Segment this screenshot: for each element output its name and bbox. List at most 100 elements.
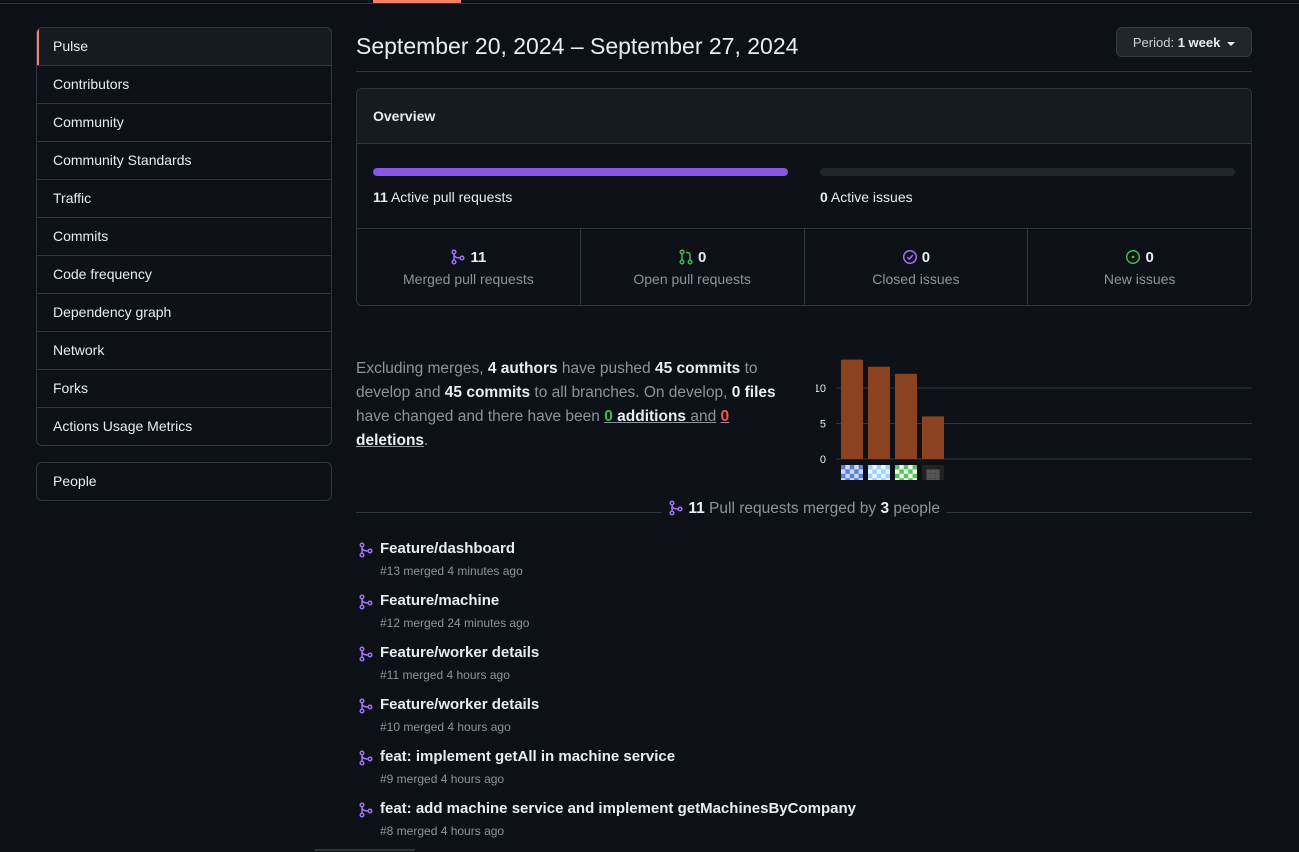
chart-bar <box>922 416 944 459</box>
merged-prs-text: Pull requests merged by <box>709 500 877 517</box>
additions-label: additions <box>617 408 687 425</box>
pr-title-link[interactable]: Feature/worker details <box>380 696 539 713</box>
pr-meta: #9 merged 4 hours ago <box>380 772 505 786</box>
pull-request-icon <box>679 249 693 265</box>
stat-new-issues[interactable]: 0 New issues <box>1027 229 1251 305</box>
merged-prs-people-label: people <box>893 500 940 517</box>
merge-icon <box>669 500 683 516</box>
merge-icon <box>451 249 465 265</box>
merge-icon <box>359 698 373 714</box>
active-prs-progress-fill <box>373 168 788 176</box>
sidebar-item-actions-usage-metrics[interactable]: Actions Usage Metrics <box>37 407 331 445</box>
author-avatar[interactable] <box>922 465 944 480</box>
author-avatar[interactable] <box>841 465 863 480</box>
insights-sidebar: Pulse Contributors Community Community S… <box>36 27 332 501</box>
active-issues-label: Active issues <box>830 189 913 205</box>
sidebar-item-pulse[interactable]: Pulse <box>37 28 331 65</box>
merged-prs-people-count: 3 <box>880 500 890 517</box>
list-item: Feature/machine #12 merged 24 minutes ag… <box>356 592 1252 644</box>
sidebar-item-commits[interactable]: Commits <box>37 217 331 255</box>
pr-title-link[interactable]: Feature/worker details <box>380 644 539 661</box>
overview-title: Overview <box>357 89 1251 144</box>
commits-by-author-chart: 0 5 10 <box>816 359 1252 480</box>
active-prs-progress <box>373 168 788 176</box>
chevron-down-icon <box>1227 41 1235 46</box>
stat-merged-prs[interactable]: 11 Merged pull requests <box>357 229 580 305</box>
chart-bar <box>841 359 863 459</box>
list-item: Feature/dashboard #13 merged 4 minutes a… <box>356 540 1252 592</box>
stat-closed-label: Closed issues <box>872 271 960 287</box>
sidebar-item-contributors[interactable]: Contributors <box>37 65 331 103</box>
pulse-header: September 20, 2024 – September 27, 2024 … <box>356 27 1252 72</box>
sidebar-item-network[interactable]: Network <box>37 331 331 369</box>
pr-meta: #13 merged 4 minutes ago <box>380 564 523 578</box>
stat-open-prs[interactable]: 0 Open pull requests <box>579 229 804 305</box>
stat-merged-label: Merged pull requests <box>403 271 534 287</box>
merge-icon <box>359 802 373 818</box>
author-avatar[interactable] <box>895 465 917 480</box>
active-prs-cell[interactable]: 11 Active pull requests <box>357 144 804 228</box>
y-tick-label: 0 <box>820 454 826 466</box>
summary-text-2: have pushed <box>561 360 651 377</box>
merge-icon <box>359 750 373 766</box>
stat-merged-count: 11 <box>470 249 487 266</box>
overview-stats: 11 Merged pull requests 0 Open pull requ… <box>357 229 1251 305</box>
pr-title-link[interactable]: feat: add machine service and implement … <box>380 800 856 817</box>
pr-title-link[interactable]: Feature/machine <box>380 592 499 609</box>
y-tick-label: 10 <box>816 383 826 395</box>
stat-closed-count: 0 <box>921 249 931 266</box>
period-dropdown-button[interactable]: Period: 1 week <box>1115 27 1252 57</box>
issue-closed-icon <box>902 249 917 265</box>
issue-opened-icon <box>1126 249 1141 265</box>
pr-meta: #10 merged 4 hours ago <box>380 720 511 734</box>
summary-text-1: Excluding merges, <box>356 360 484 377</box>
pr-title-link[interactable]: feat: implement getAll in machine servic… <box>380 748 675 765</box>
merge-icon <box>359 594 373 610</box>
stat-new-label: New issues <box>1103 271 1176 287</box>
stat-open-count: 0 <box>697 249 707 266</box>
stat-closed-issues[interactable]: 0 Closed issues <box>803 229 1028 305</box>
deletions-label: deletions <box>356 432 425 449</box>
author-avatar[interactable] <box>868 465 890 480</box>
y-tick-label: 5 <box>820 419 826 431</box>
active-issues-progress <box>820 168 1235 176</box>
summary-authors: 4 authors <box>487 360 558 377</box>
merge-icon <box>359 542 373 558</box>
overview-box: Overview 11 Active pull requests 0 Activ… <box>356 88 1252 306</box>
deletions-count: 0 <box>720 408 730 425</box>
active-issues-cell[interactable]: 0 Active issues <box>804 144 1251 228</box>
insights-menu: Pulse Contributors Community Community S… <box>36 27 332 446</box>
sidebar-item-forks[interactable]: Forks <box>37 369 331 407</box>
pr-meta: #12 merged 24 minutes ago <box>380 616 530 630</box>
sidebar-item-community[interactable]: Community <box>37 103 331 141</box>
merge-icon <box>359 646 373 662</box>
sidebar-item-traffic[interactable]: Traffic <box>37 179 331 217</box>
active-prs-label: Active pull requests <box>390 189 513 205</box>
pulse-main: September 20, 2024 – September 27, 2024 … <box>356 27 1252 838</box>
chart-bar <box>895 373 917 459</box>
merged-prs-heading: 11 Pull requests merged by 3 people <box>662 500 946 518</box>
pr-title-link[interactable]: Feature/dashboard <box>380 540 515 557</box>
period-prefix: Period: <box>1132 35 1175 50</box>
merged-prs-header: 11 Pull requests merged by 3 people <box>356 500 1252 520</box>
summary-text-4: to all branches. On develop, <box>534 384 728 401</box>
selected-tab-indicator <box>373 0 461 3</box>
additions-link[interactable]: 0 additions and <box>604 408 716 425</box>
additions-count: 0 <box>604 408 613 425</box>
merged-pr-list: Feature/dashboard #13 merged 4 minutes a… <box>356 540 1252 852</box>
summary-files: 0 files <box>731 384 776 401</box>
sidebar-item-code-frequency[interactable]: Code frequency <box>37 255 331 293</box>
list-item: feat: implement getAll in machine servic… <box>356 748 1252 800</box>
top-nav-border <box>0 0 1299 4</box>
list-item: Feature/worker details #10 merged 4 hour… <box>356 696 1252 748</box>
pr-meta: #11 merged 4 hours ago <box>380 668 510 682</box>
summary-text-5: have changed and there have been <box>356 408 600 425</box>
page-title: September 20, 2024 – September 27, 2024 <box>356 33 799 59</box>
sidebar-item-dependency-graph[interactable]: Dependency graph <box>37 293 331 331</box>
sidebar-item-community-standards[interactable]: Community Standards <box>37 141 331 179</box>
summary-text-7: . <box>424 432 429 449</box>
merged-prs-count: 11 <box>688 500 705 517</box>
sidebar-item-people[interactable]: People <box>37 463 331 500</box>
active-issues-count: 0 <box>820 189 828 205</box>
list-item: feat: add machine service and implement … <box>356 800 1252 852</box>
